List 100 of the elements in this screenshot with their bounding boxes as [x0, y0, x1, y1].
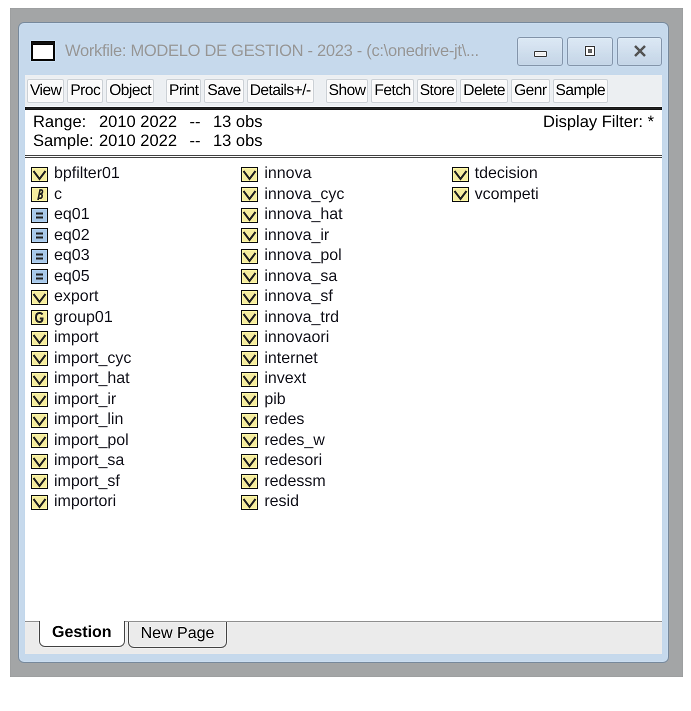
maximize-button[interactable] [567, 36, 613, 66]
display-filter: Display Filter: * [543, 113, 654, 132]
range-value: 2010 2022 [99, 113, 177, 132]
toolbar-button[interactable]: Genr [511, 79, 550, 103]
series-icon [241, 248, 258, 264]
series-icon [241, 372, 258, 387]
object-name[interactable]: eq01 [54, 206, 90, 224]
object-name[interactable]: redessm [264, 472, 326, 491]
series-icon [31, 290, 48, 305]
object-name[interactable]: innova_hat [264, 206, 343, 224]
series-icon [452, 166, 469, 182]
window-title: Workfile: MODELO DE GESTION - 2023 - (c:\onedrive-jt\... [65, 42, 480, 60]
series-icon [241, 290, 258, 305]
series-icon [241, 392, 258, 408]
object-name[interactable]: eq02 [54, 226, 90, 245]
object-name[interactable]: import_cyc [54, 350, 132, 368]
series-icon [241, 187, 258, 202]
object-name[interactable]: group01 [54, 308, 113, 327]
object-name[interactable]: eq05 [54, 268, 90, 286]
series-icon [241, 494, 258, 510]
object-name[interactable]: import_sa [54, 452, 124, 470]
object-name[interactable]: innova_sa [264, 268, 338, 286]
series-icon [241, 208, 258, 223]
object-name[interactable]: tdecision [474, 165, 538, 184]
sample-obs: 13 obs [213, 132, 263, 151]
minimize-icon [534, 51, 546, 57]
object-name[interactable]: import_ir [54, 390, 116, 409]
toolbar-button[interactable]: Delete [460, 79, 508, 103]
object-name[interactable]: pib [264, 390, 286, 409]
object-name[interactable]: import [54, 329, 98, 348]
object-name[interactable]: eq03 [54, 247, 90, 266]
object-name[interactable]: invext [264, 370, 306, 388]
object-name[interactable]: internet [264, 350, 318, 368]
object-name[interactable]: vcompeti [474, 186, 539, 204]
object-name[interactable]: import_lin [54, 411, 124, 430]
equation-icon [31, 248, 48, 264]
series-icon [31, 351, 48, 366]
series-icon [241, 474, 258, 490]
object-name[interactable]: import_pol [54, 432, 129, 450]
series-icon [31, 454, 48, 469]
toolbar-button[interactable]: Save [204, 79, 244, 103]
window-icon [31, 41, 55, 61]
toolbar-button[interactable]: Sample [552, 79, 608, 103]
range-separator: -- [188, 113, 202, 132]
series-icon [241, 351, 258, 366]
toolbar-button[interactable]: Proc [67, 79, 104, 103]
series-icon [31, 433, 48, 448]
equation-icon [31, 208, 48, 223]
series-icon [31, 494, 48, 510]
object-name[interactable]: export [54, 288, 98, 306]
object-name[interactable]: resid [264, 493, 300, 512]
toolbar-button[interactable]: Details+/- [246, 79, 314, 103]
toolbar-button[interactable]: Object [106, 79, 154, 103]
toolbar-button[interactable]: Store [416, 79, 458, 103]
object-name[interactable]: redes [264, 411, 304, 430]
sample-separator: -- [188, 132, 202, 151]
sample-value: 2010 2022 [99, 132, 177, 151]
range-obs: 13 obs [213, 113, 263, 132]
object-name[interactable]: innova_pol [264, 247, 342, 266]
equation-icon [31, 269, 48, 284]
series-icon [452, 187, 469, 202]
sample-label: Sample: [33, 132, 91, 151]
toolbar-button[interactable]: View [27, 79, 64, 103]
object-name[interactable]: innova_sf [264, 288, 333, 306]
series-icon [241, 166, 258, 182]
series-icon [31, 372, 48, 387]
series-icon [241, 330, 258, 346]
object-name[interactable]: innovaori [264, 329, 330, 348]
object-name[interactable]: importori [54, 493, 116, 512]
series-icon [241, 433, 258, 448]
toolbar-button[interactable]: Show [326, 79, 368, 103]
minimize-button[interactable] [517, 36, 563, 66]
object-name[interactable]: import_hat [54, 370, 130, 388]
object-name[interactable]: c [54, 186, 62, 204]
object-name[interactable]: import_sf [54, 472, 120, 491]
object-name[interactable]: redesori [264, 452, 322, 470]
object-name[interactable]: innova [264, 165, 312, 184]
series-icon [31, 412, 48, 428]
object-name[interactable]: innova_cyc [264, 186, 344, 204]
series-icon [31, 474, 48, 490]
series-icon [31, 166, 48, 182]
series-icon [241, 310, 258, 326]
series-icon [241, 228, 258, 244]
series-icon [241, 454, 258, 469]
toolbar-button[interactable]: Fetch [371, 79, 414, 103]
page-tab[interactable]: Gestion [39, 621, 125, 647]
object-name[interactable]: bpfilter01 [54, 165, 120, 184]
object-name[interactable]: innova_ir [264, 226, 330, 245]
object-name[interactable]: innova_trd [264, 308, 340, 327]
toolbar-button[interactable]: Print [166, 79, 202, 103]
maximize-icon [585, 46, 595, 56]
page-tab[interactable]: New Page [128, 622, 228, 648]
series-icon [241, 412, 258, 428]
object-name[interactable]: redes_w [264, 432, 325, 450]
series-icon [31, 392, 48, 408]
group-icon [31, 310, 48, 326]
series-icon [241, 269, 258, 284]
equation-icon [31, 228, 48, 244]
beta-icon [31, 187, 48, 202]
close-button[interactable] [617, 36, 662, 66]
